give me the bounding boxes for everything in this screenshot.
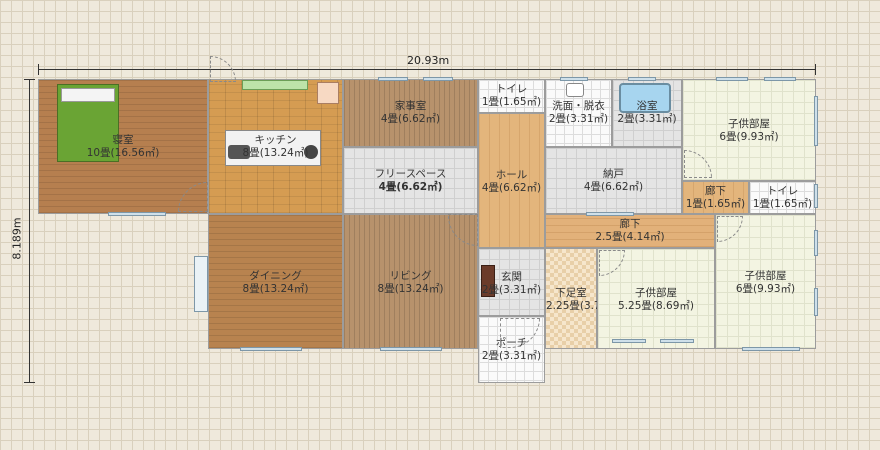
window xyxy=(240,347,302,351)
room-toilet-1[interactable]: トイレ 1畳(1.65㎡) xyxy=(478,79,545,113)
window xyxy=(628,77,656,81)
room-name: 洗面・脱衣 xyxy=(552,100,605,112)
room-dining[interactable]: ダイニング 8畳(13.24㎡) xyxy=(208,214,343,349)
window xyxy=(612,339,646,343)
room-entrance[interactable]: 玄関 2畳(3.31㎡) xyxy=(478,248,545,316)
room-name: リビング xyxy=(389,270,432,282)
room-bath[interactable]: 浴室 2畳(3.31㎡) xyxy=(612,79,682,147)
dining-label: ダイニング 8畳(13.24㎡) xyxy=(209,270,342,296)
height-dimension-line xyxy=(29,79,30,382)
window xyxy=(586,212,634,216)
room-size: 2畳(3.31㎡) xyxy=(617,113,677,125)
shoe-cabinet xyxy=(481,265,495,297)
height-dimension-tick-top xyxy=(24,79,35,80)
window xyxy=(764,77,796,81)
room-kitchen[interactable]: キッチン 8畳(13.24㎡) xyxy=(208,79,343,214)
room-name: 家事室 xyxy=(394,100,427,112)
window xyxy=(423,77,453,81)
room-size: 1畳(1.65㎡) xyxy=(752,198,813,210)
window xyxy=(716,77,748,81)
door-swing xyxy=(210,56,236,82)
bed-pillows xyxy=(61,88,115,102)
window xyxy=(742,347,800,351)
kids2-label: 子供部屋 5.25畳(8.69㎡) xyxy=(598,287,714,313)
corridor2-label: 廊下 2.5畳(4.14㎡) xyxy=(546,218,714,244)
sink xyxy=(228,145,250,159)
room-shoe-room[interactable]: 下足室 2.25畳(3.72㎡) xyxy=(545,248,622,349)
room-name: トイレ xyxy=(766,185,799,197)
room-size: 8畳(13.24㎡) xyxy=(242,283,309,295)
room-name: 子供部屋 xyxy=(744,270,787,282)
window xyxy=(814,96,818,146)
window xyxy=(814,184,818,208)
room-corridor-2[interactable]: 廊下 2.5畳(4.14㎡) xyxy=(545,214,715,248)
bed xyxy=(57,84,119,162)
window xyxy=(194,256,208,312)
room-storage[interactable]: 納戸 4畳(6.62㎡) xyxy=(545,147,682,214)
living-label: リビング 8畳(13.24㎡) xyxy=(344,270,477,296)
room-size: 4畳(6.62㎡) xyxy=(481,182,542,194)
room-name: 納戸 xyxy=(603,168,624,180)
window xyxy=(560,77,588,81)
room-name: ホール xyxy=(495,169,528,181)
hall-label: ホール 4畳(6.62㎡) xyxy=(479,169,544,195)
stove xyxy=(304,145,318,159)
room-corridor-1[interactable]: 廊下 1畳(1.65㎡) xyxy=(682,181,749,214)
room-name: フリースペース xyxy=(374,168,447,180)
height-dimension-label: 8.189m xyxy=(10,217,24,260)
window xyxy=(378,77,408,81)
kids1-label: 子供部屋 6畳(9.93㎡) xyxy=(683,118,815,144)
room-size: 4畳(6.62㎡) xyxy=(583,181,644,193)
room-size: 2.5畳(4.14㎡) xyxy=(595,231,665,243)
room-name: 下足室 xyxy=(555,287,587,299)
room-size: 8畳(13.24㎡) xyxy=(377,283,444,295)
window xyxy=(380,347,442,351)
window xyxy=(108,212,166,216)
window xyxy=(814,288,818,316)
room-size: 6畳(9.93㎡) xyxy=(735,283,796,295)
window xyxy=(242,80,308,90)
room-size: 2畳(3.31㎡) xyxy=(548,113,609,125)
width-dimension-label: 20.93m xyxy=(407,54,450,67)
height-dimension-tick-bottom xyxy=(24,382,35,383)
bathtub xyxy=(619,83,671,113)
freespace-label: フリースペース 4畳(6.62㎡) xyxy=(344,168,477,194)
wash-basin xyxy=(566,83,584,97)
room-name: 廊下 xyxy=(619,218,641,230)
width-dimension-line xyxy=(38,69,816,70)
room-housework[interactable]: 家事室 4畳(6.62㎡) xyxy=(343,79,478,147)
washroom-label: 洗面・脱衣 2畳(3.31㎡) xyxy=(546,100,611,126)
window xyxy=(814,230,818,256)
room-size: 1畳(1.65㎡) xyxy=(685,198,746,210)
room-size: 2畳(3.31㎡) xyxy=(481,350,542,362)
room-size: 2.25畳(3.72㎡) xyxy=(546,300,622,312)
room-name: 子供部屋 xyxy=(728,118,770,130)
storage-label: 納戸 4畳(6.62㎡) xyxy=(546,168,681,194)
corridor1-label: 廊下 1畳(1.65㎡) xyxy=(683,185,748,211)
room-washroom[interactable]: 洗面・脱衣 2畳(3.31㎡) xyxy=(545,79,612,147)
room-size: 1畳(1.65㎡) xyxy=(481,96,542,108)
room-name: ダイニング xyxy=(249,270,302,282)
room-hall[interactable]: ホール 4畳(6.62㎡) xyxy=(478,113,545,248)
width-dimension-tick-left xyxy=(38,64,39,75)
room-size: 4畳(6.62㎡) xyxy=(378,181,443,193)
room-toilet-2[interactable]: トイレ 1畳(1.65㎡) xyxy=(749,181,816,214)
room-freespace[interactable]: フリースペース 4畳(6.62㎡) xyxy=(343,147,478,214)
room-name: トイレ xyxy=(495,83,528,95)
room-name: 子供部屋 xyxy=(635,287,677,299)
room-size: 5.25畳(8.69㎡) xyxy=(618,300,694,312)
kids3-label: 子供部屋 6畳(9.93㎡) xyxy=(716,270,815,296)
window xyxy=(660,339,694,343)
toilet1-label: トイレ 1畳(1.65㎡) xyxy=(479,83,544,109)
fridge xyxy=(317,82,339,104)
room-size: 4畳(6.62㎡) xyxy=(380,113,441,125)
shoe-label: 下足室 2.25畳(3.72㎡) xyxy=(546,287,622,313)
room-size: 6畳(9.93㎡) xyxy=(719,131,779,143)
housework-label: 家事室 4畳(6.62㎡) xyxy=(344,100,477,126)
kitchen-counter xyxy=(225,130,321,166)
width-dimension-tick-right xyxy=(815,64,816,75)
toilet2-label: トイレ 1畳(1.65㎡) xyxy=(750,185,815,211)
room-name: 廊下 xyxy=(705,185,726,197)
